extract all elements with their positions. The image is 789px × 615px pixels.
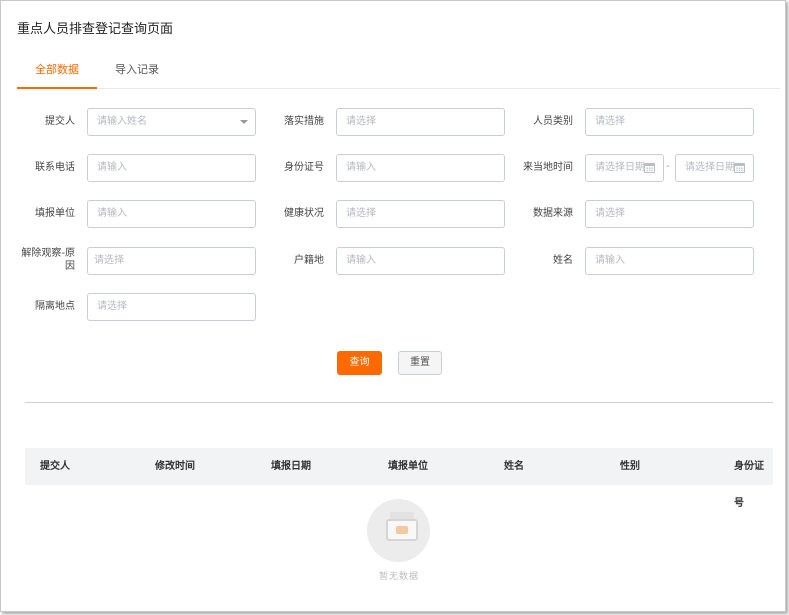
release-reason-placeholder: 请选择 <box>94 255 124 266</box>
phone-placeholder: 请输入 <box>97 162 127 173</box>
data-source-select[interactable]: 请选择 <box>585 200 754 228</box>
submitter-placeholder: 请输入姓名 <box>97 116 147 127</box>
tab-bar: 全部数据 导入记录 <box>17 59 780 89</box>
date-range-separator: - <box>666 161 670 172</box>
column-header-id-number[interactable]: 身份证号 <box>734 448 773 522</box>
data-source-placeholder: 请选择 <box>595 208 625 219</box>
category-label: 人员类别 <box>533 116 573 127</box>
isolation-place-select[interactable]: 请选择 <box>87 293 256 321</box>
column-header-gender[interactable]: 性别 <box>620 448 640 485</box>
empty-box-icon <box>367 499 430 562</box>
tab-import-records[interactable]: 导入记录 <box>109 59 165 89</box>
submitter-select[interactable]: 请输入姓名 <box>87 108 256 136</box>
id-number-input[interactable]: 请输入 <box>336 154 505 182</box>
column-header-modified-time[interactable]: 修改时间 <box>155 448 195 485</box>
category-select[interactable]: 请选择 <box>585 108 754 136</box>
release-reason-select[interactable]: 请选择 <box>87 247 256 275</box>
phone-label: 联系电话 <box>35 162 75 173</box>
household-label: 户籍地 <box>294 255 324 266</box>
column-header-submitter[interactable]: 提交人 <box>40 448 70 485</box>
reporting-unit-label: 填报单位 <box>35 208 75 219</box>
name-placeholder: 请输入 <box>595 255 625 266</box>
chevron-down-icon <box>240 120 248 124</box>
page-title: 重点人员排查登记查询页面 <box>17 22 174 37</box>
data-source-label: 数据来源 <box>533 208 573 219</box>
column-header-report-date[interactable]: 填报日期 <box>271 448 311 485</box>
health-placeholder: 请选择 <box>346 208 376 219</box>
release-reason-label-line1: 解除观察-原 <box>21 248 75 259</box>
id-number-label: 身份证号 <box>284 162 324 173</box>
name-label: 姓名 <box>553 255 573 266</box>
household-input[interactable]: 请输入 <box>336 247 505 275</box>
release-reason-label: 解除观察-原 因 <box>15 247 75 273</box>
measures-label: 落实措施 <box>284 116 324 127</box>
arrival-start-date-picker[interactable]: 请选择日期 <box>585 154 664 182</box>
reporting-unit-input[interactable]: 请输入 <box>87 200 256 228</box>
release-reason-label-line2: 因 <box>65 261 75 272</box>
measures-placeholder: 请选择 <box>346 116 376 127</box>
section-divider <box>25 402 773 403</box>
reset-button[interactable]: 重置 <box>398 351 442 375</box>
column-header-name[interactable]: 姓名 <box>504 448 524 485</box>
reporting-unit-placeholder: 请输入 <box>97 208 127 219</box>
household-placeholder: 请输入 <box>346 255 376 266</box>
empty-state-text: 暂无数据 <box>378 572 419 582</box>
name-input[interactable]: 请输入 <box>585 247 754 275</box>
empty-state: 暂无数据 <box>364 499 434 584</box>
table-header: 提交人 修改时间 填报日期 填报单位 姓名 性别 身份证号 <box>25 448 773 509</box>
category-placeholder: 请选择 <box>595 116 625 127</box>
calendar-icon <box>644 163 655 173</box>
arrival-end-date-picker[interactable]: 请选择日期 <box>675 154 754 182</box>
id-number-placeholder: 请输入 <box>346 162 376 173</box>
app-window: 重点人员排查登记查询页面 全部数据 导入记录 提交人 请输入姓名 落实措施 请选… <box>0 0 786 612</box>
health-label: 健康状况 <box>284 208 324 219</box>
calendar-icon <box>734 163 745 173</box>
isolation-place-placeholder: 请选择 <box>97 301 127 312</box>
measures-select[interactable]: 请选择 <box>336 108 505 136</box>
column-header-reporting-unit[interactable]: 填报单位 <box>388 448 428 485</box>
arrival-start-placeholder: 请选择日期 <box>595 162 645 173</box>
arrival-time-label: 来当地时间 <box>523 162 573 173</box>
health-select[interactable]: 请选择 <box>336 200 505 228</box>
isolation-place-label: 隔离地点 <box>35 301 75 312</box>
submitter-label: 提交人 <box>45 116 75 127</box>
query-button[interactable]: 查询 <box>337 351 382 375</box>
arrival-end-placeholder: 请选择日期 <box>685 162 735 173</box>
phone-input[interactable]: 请输入 <box>87 154 256 182</box>
tab-all-data[interactable]: 全部数据 <box>17 59 97 89</box>
